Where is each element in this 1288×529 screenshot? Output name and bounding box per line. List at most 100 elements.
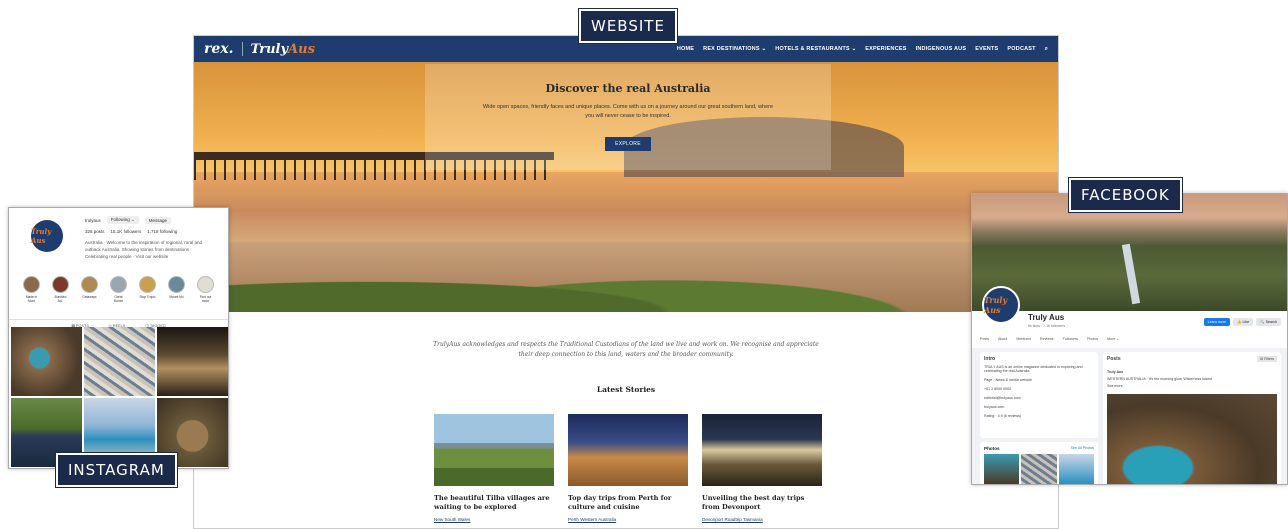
intro-item: Rating · 4.9 (8 reviews)	[984, 414, 1022, 418]
posts-title: Posts	[1107, 356, 1121, 362]
intro-text: TRULY AUS is an online magazine dedicate…	[984, 365, 1083, 373]
facebook-tab[interactable]: Photos	[1087, 337, 1098, 341]
filters-button[interactable]: ⚙ Filters	[1256, 356, 1277, 362]
story-image-tilba[interactable]	[434, 414, 554, 487]
facebook-tab[interactable]: Followers	[1063, 337, 1078, 341]
story-image-devonport[interactable]	[702, 414, 822, 487]
followers-count[interactable]: 15.1K followers	[111, 229, 142, 234]
photo-thumb[interactable]	[1058, 454, 1094, 484]
facebook-tab[interactable]: About	[998, 337, 1007, 341]
rex-logo: rex.	[204, 41, 234, 57]
facebook-tab[interactable]: More ⌄	[1107, 337, 1119, 341]
instagram-post[interactable]	[157, 327, 228, 396]
highlight-circle[interactable]	[110, 276, 127, 293]
instagram-post[interactable]	[84, 327, 155, 396]
hero-title: Discover the real Australia	[545, 82, 711, 95]
story-title[interactable]: Top day trips from Perth for culture and…	[568, 494, 688, 511]
highlight-label: Bundled Ad..	[54, 295, 67, 303]
highlight-label: Made in Mont	[25, 295, 38, 303]
post-image[interactable]	[1107, 394, 1277, 484]
story-highlight[interactable]: Mount Mo	[168, 276, 185, 303]
facebook-tabs: Posts About Mentions Reviews Followers Photos…	[980, 337, 1119, 341]
post-author[interactable]: Truly Aus	[1107, 370, 1277, 374]
highlight-circle[interactable]	[197, 276, 214, 293]
learn-more-button[interactable]: Learn more	[1203, 318, 1231, 326]
instagram-label: INSTAGRAM	[55, 452, 178, 488]
highlight-label: Find out more	[199, 295, 212, 303]
search-button[interactable]: 🔍 Search	[1256, 318, 1281, 326]
following-count[interactable]: 1,718 following	[147, 229, 177, 234]
following-button[interactable]: Following ⌄	[106, 216, 139, 224]
website-logo[interactable]: rex. TrulyAus	[204, 41, 315, 57]
highlight-label: Stop Tropic	[139, 295, 156, 299]
story-image-perth[interactable]	[568, 414, 688, 487]
nav-item[interactable]: EXPERIENCES	[865, 46, 906, 53]
photo-thumb[interactable]	[1021, 454, 1057, 484]
intro-item: +61 2 8000 0000	[984, 387, 1012, 391]
website-screenshot: rex. TrulyAus HOME REX DESTINATIONS ⌄ HOTE…	[193, 35, 1059, 529]
post-see-more[interactable]: See more	[1107, 384, 1277, 388]
highlight-circle[interactable]	[81, 276, 98, 293]
facebook-tab[interactable]: Reviews	[1040, 337, 1054, 341]
nav-item[interactable]: HOME	[677, 46, 694, 53]
instagram-handle: trulyaus	[85, 217, 101, 223]
facebook-tab[interactable]: Mentions	[1016, 337, 1031, 341]
facebook-body: Intro TRULY AUS is an online magazine de…	[972, 348, 1287, 484]
highlight-label: Mount Mo	[169, 295, 184, 299]
see-all-photos-link[interactable]: See All Photos	[1071, 446, 1094, 450]
facebook-actions: Learn more 👍 Like 🔍 Search	[1203, 318, 1281, 326]
story-title[interactable]: The beautiful Tilba villages are waiting…	[434, 494, 554, 511]
highlight-circle[interactable]	[168, 276, 185, 293]
message-button[interactable]: Message	[144, 216, 172, 224]
instagram-screenshot: Truly Aus trulyaus Following ⌄ Message 3…	[8, 207, 229, 469]
hero-banner: Discover the real Australia Wide open sp…	[194, 62, 1058, 312]
story-cards: The beautiful Tilba villages are waiting…	[434, 414, 1058, 522]
facebook-tab[interactable]: Posts	[980, 337, 989, 341]
nav-item[interactable]: INDIGENOUS AUS	[916, 46, 967, 53]
story-tag[interactable]: New South Wales	[434, 517, 554, 522]
nav-item[interactable]: HOTELS & RESTAURANTS ⌄	[775, 46, 856, 53]
intro-title: Intro	[984, 356, 996, 362]
story-card[interactable]: The beautiful Tilba villages are waiting…	[434, 414, 554, 522]
story-highlight[interactable]: Stop Tropic	[139, 276, 156, 303]
highlight-circle[interactable]	[139, 276, 156, 293]
nav-item[interactable]: ⌕	[1045, 46, 1048, 53]
post-text: WESTERN AUSTRALIA · It's the morning glo…	[1107, 377, 1212, 381]
story-highlight[interactable]: Getaways	[81, 276, 98, 303]
story-tag[interactable]: Perth Western Australia	[568, 517, 688, 522]
hero-text: Wide open spaces, friendly faces and uni…	[482, 104, 774, 119]
facebook-label: FACEBOOK	[1068, 177, 1183, 213]
facebook-avatar[interactable]: Truly Aus	[982, 286, 1020, 324]
instagram-bio: Australia · Welcome to the inspiration o…	[85, 240, 202, 260]
website-label: WEBSITE	[578, 8, 678, 44]
facebook-page-stats: 6k likes · 7.1k followers	[1028, 324, 1066, 328]
story-tag[interactable]: Devonport Roadtrip Tasmania	[702, 517, 822, 522]
facebook-posts-card: Posts ⚙ Filters Truly Aus WESTERN AUSTRA…	[1103, 352, 1281, 484]
posts-count: 326 posts	[85, 229, 105, 234]
highlight-circle[interactable]	[23, 276, 40, 293]
story-highlights: Made in Mont Bundled Ad.. Getaways Great Bu…	[23, 276, 214, 303]
logo-truly-text: Truly	[250, 41, 289, 57]
nav-item[interactable]: EVENTS	[975, 46, 998, 53]
like-button[interactable]: 👍 Like	[1233, 318, 1254, 326]
story-highlight[interactable]: Find out more	[197, 276, 214, 303]
story-highlight[interactable]: Bundled Ad..	[52, 276, 69, 303]
photos-title: Photos	[984, 446, 1000, 451]
photo-thumb[interactable]	[984, 454, 1020, 484]
intro-item: editorial@trulyaus.com	[984, 396, 1021, 400]
nav-item[interactable]: REX DESTINATIONS ⌄	[703, 46, 766, 53]
instagram-profile-header: trulyaus Following ⌄ Message 326 posts 1…	[85, 216, 205, 261]
explore-button[interactable]: EXPLORE	[605, 136, 651, 151]
facebook-screenshot: Truly Aus Truly Aus 6k likes · 7.1k foll…	[971, 193, 1288, 485]
story-title[interactable]: Unveiling the best day trips from Devonp…	[702, 494, 822, 511]
highlight-circle[interactable]	[52, 276, 69, 293]
photos-strip	[984, 454, 1094, 484]
story-highlight[interactable]: Made in Mont	[23, 276, 40, 303]
intro-item: Page · News & media website	[984, 378, 1032, 382]
nav-item[interactable]: PODCAST	[1007, 46, 1035, 53]
instagram-avatar[interactable]: Truly Aus	[31, 220, 63, 252]
story-card[interactable]: Unveiling the best day trips from Devonp…	[702, 414, 822, 522]
instagram-post[interactable]	[11, 327, 82, 396]
story-card[interactable]: Top day trips from Perth for culture and…	[568, 414, 688, 522]
story-highlight[interactable]: Great Burnie	[110, 276, 127, 303]
